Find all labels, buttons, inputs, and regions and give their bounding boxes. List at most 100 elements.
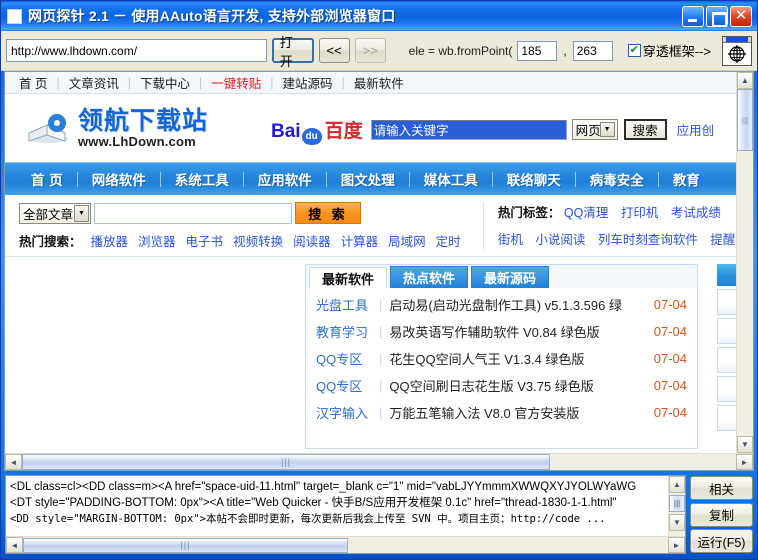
code-vertical-scrollbar[interactable]: ▲ ||| ▼	[668, 476, 685, 536]
page-vertical-scrollbar[interactable]: ▲ ||| ▼	[736, 72, 753, 453]
scroll-down-button[interactable]: ▼	[737, 436, 753, 453]
hot-search-item-calculator[interactable]: 计算器	[341, 231, 379, 250]
baidu-extra-link[interactable]: 应用创	[677, 120, 715, 139]
side-list-item[interactable]	[717, 347, 736, 373]
code-scroll-up-button[interactable]: ▲	[669, 476, 685, 493]
code-scroll-left-button[interactable]: ◄	[6, 537, 23, 553]
code-scroll-right-button[interactable]: ►	[668, 537, 685, 553]
hot-tag-qq-clean[interactable]: QQ清理	[564, 206, 608, 220]
scroll-up-button[interactable]: ▲	[737, 72, 753, 89]
list-item-title[interactable]: QQ空间刷日志花生版 V3.75 绿色版	[389, 376, 653, 395]
cat-item-network-software[interactable]: 网络软件	[78, 169, 160, 189]
baidu-scope-select[interactable]: 网页 ▼	[571, 119, 618, 140]
code-horizontal-scroll-track[interactable]: |||	[23, 537, 668, 553]
back-button[interactable]: <<	[318, 38, 350, 63]
list-item[interactable]: 汉字输入 | 万能五笔输入法 V8.0 官方安装版 07-04	[316, 399, 697, 426]
hot-tag-exam-scores[interactable]: 考试成绩	[671, 206, 721, 220]
related-button[interactable]: 相关	[690, 476, 753, 500]
baidu-search-button[interactable]: 搜索	[623, 119, 667, 140]
site-search-input[interactable]	[94, 202, 292, 224]
copy-button[interactable]: 复制	[690, 502, 753, 527]
side-list-item[interactable]	[717, 405, 736, 431]
hot-search-item-timer[interactable]: 定时	[436, 231, 461, 250]
list-item-title[interactable]: 启动易(启动光盘制作工具) v5.1.3.596 绿	[389, 295, 653, 314]
hot-search-item-video-convert[interactable]: 视频转换	[233, 231, 283, 250]
list-item[interactable]: 光盘工具 | 启动易(启动光盘制作工具) v5.1.3.596 绿 07-04	[316, 291, 697, 318]
coord-y-input[interactable]	[572, 40, 613, 61]
side-list-item[interactable]	[717, 289, 736, 315]
topnav-item-newest-software[interactable]: 最新软件	[354, 73, 404, 92]
horizontal-scroll-track[interactable]: |||	[22, 454, 736, 470]
frame-pierce-checkbox-wrap[interactable]: 穿透框架-->	[627, 41, 711, 60]
list-item-title[interactable]: 易改英语写作辅助软件 V0.84 绿色版	[389, 322, 653, 341]
tab-hot-software[interactable]: 热点软件	[390, 266, 469, 288]
list-item-category[interactable]: 光盘工具	[316, 295, 372, 314]
hot-search-item-player[interactable]: 播放器	[91, 231, 129, 250]
chevron-down-icon[interactable]: ▼	[74, 204, 89, 222]
cat-item-graphics-text[interactable]: 图文处理	[327, 169, 409, 189]
hot-tag-printer[interactable]: 打印机	[621, 206, 659, 220]
hot-search-item-reader[interactable]: 阅读器	[293, 231, 331, 250]
vertical-scroll-thumb[interactable]: |||	[737, 89, 753, 151]
page-horizontal-scrollbar[interactable]: ◄ ||| ►	[5, 453, 753, 470]
cat-item-chat[interactable]: 联络聊天	[493, 169, 575, 189]
scroll-right-button[interactable]: ►	[736, 454, 753, 470]
tab-newest-source[interactable]: 最新源码	[471, 266, 550, 288]
tab-newest-software[interactable]: 最新软件	[309, 267, 388, 289]
list-item[interactable]: QQ专区 | QQ空间刷日志花生版 V3.75 绿色版 07-04	[316, 372, 697, 399]
hot-tag-reminder[interactable]: 提醒	[710, 233, 735, 247]
close-button[interactable]: ✕	[730, 5, 752, 27]
hot-tag-train-schedule[interactable]: 列车时刻查询软件	[598, 233, 698, 247]
list-item-category[interactable]: 汉字输入	[316, 403, 372, 422]
cat-item-system-tools[interactable]: 系统工具	[161, 169, 243, 189]
run-button[interactable]: 运行(F5)	[690, 529, 753, 553]
source-code-text[interactable]: <DL class=cl><DD class=m><A href="space-…	[6, 476, 668, 536]
topnav-item-articles[interactable]: 文章资讯	[69, 73, 119, 92]
topnav-item-home[interactable]: 首 页	[19, 73, 47, 92]
code-horizontal-scroll-thumb[interactable]: |||	[23, 537, 348, 553]
coord-x-input[interactable]	[517, 40, 558, 61]
cat-item-education[interactable]: 教育	[659, 169, 714, 189]
list-item-title[interactable]: 万能五笔输入法 V8.0 官方安装版	[389, 403, 653, 422]
crosshair-target-icon[interactable]	[721, 35, 752, 66]
maximize-button[interactable]	[706, 5, 728, 27]
hot-tag-novel-reading[interactable]: 小说阅读	[535, 233, 585, 247]
hot-search-item-lan[interactable]: 局域网	[388, 231, 426, 250]
open-button[interactable]: 打开	[271, 35, 314, 69]
app-icon	[7, 8, 22, 24]
list-item-title[interactable]: 花生QQ空间人气王 V1.3.4 绿色版	[389, 349, 653, 368]
list-item-category[interactable]: 教育学习	[316, 322, 372, 341]
code-horizontal-scrollbar[interactable]: ◄ ||| ►	[6, 536, 685, 553]
topnav-item-download-center[interactable]: 下载中心	[140, 73, 190, 92]
list-item-category[interactable]: QQ专区	[316, 376, 372, 395]
hot-search-item-browser[interactable]: 浏览器	[138, 231, 176, 250]
url-input[interactable]	[6, 39, 267, 62]
vertical-scroll-track[interactable]: |||	[737, 89, 753, 436]
list-item-category[interactable]: QQ专区	[316, 349, 372, 368]
topnav-item-one-key-repost[interactable]: 一键转贴	[211, 73, 261, 92]
cat-item-application-software[interactable]: 应用软件	[244, 169, 326, 189]
code-vertical-scroll-thumb[interactable]: |||	[669, 495, 685, 512]
chevron-down-icon[interactable]: ▼	[599, 122, 615, 137]
title-bar[interactable]: 网页探针 2.1 － 使用AAuto语言开发, 支持外部浏览器窗口 ✕	[1, 1, 757, 31]
baidu-search-input[interactable]	[370, 119, 567, 140]
hot-tag-arcade[interactable]: 街机	[498, 233, 523, 247]
list-item[interactable]: 教育学习 | 易改英语写作辅助软件 V0.84 绿色版 07-04	[316, 318, 697, 345]
cat-item-home[interactable]: 首 页	[17, 169, 77, 189]
code-scroll-down-button[interactable]: ▼	[669, 514, 685, 531]
topnav-item-site-source[interactable]: 建站源码	[283, 73, 333, 92]
cat-item-media-tools[interactable]: 媒体工具	[410, 169, 492, 189]
checkmark-icon[interactable]	[627, 44, 641, 57]
minimize-button[interactable]	[682, 5, 704, 27]
cat-item-antivirus[interactable]: 病毒安全	[576, 169, 658, 189]
site-search-button[interactable]: 搜 索	[295, 202, 361, 224]
article-scope-select[interactable]: 全部文章 ▼	[19, 202, 91, 224]
side-list-item[interactable]	[717, 318, 736, 344]
forward-button[interactable]: >>	[354, 38, 386, 63]
list-item[interactable]: QQ专区 | 花生QQ空间人气王 V1.3.4 绿色版 07-04	[316, 345, 697, 372]
side-list-item[interactable]	[717, 376, 736, 402]
hot-search-item-ebook[interactable]: 电子书	[186, 231, 224, 250]
scroll-left-button[interactable]: ◄	[5, 454, 22, 470]
horizontal-scroll-thumb[interactable]: |||	[22, 454, 550, 470]
site-logo[interactable]: 领航下载站 www.LhDown.com	[27, 108, 208, 148]
